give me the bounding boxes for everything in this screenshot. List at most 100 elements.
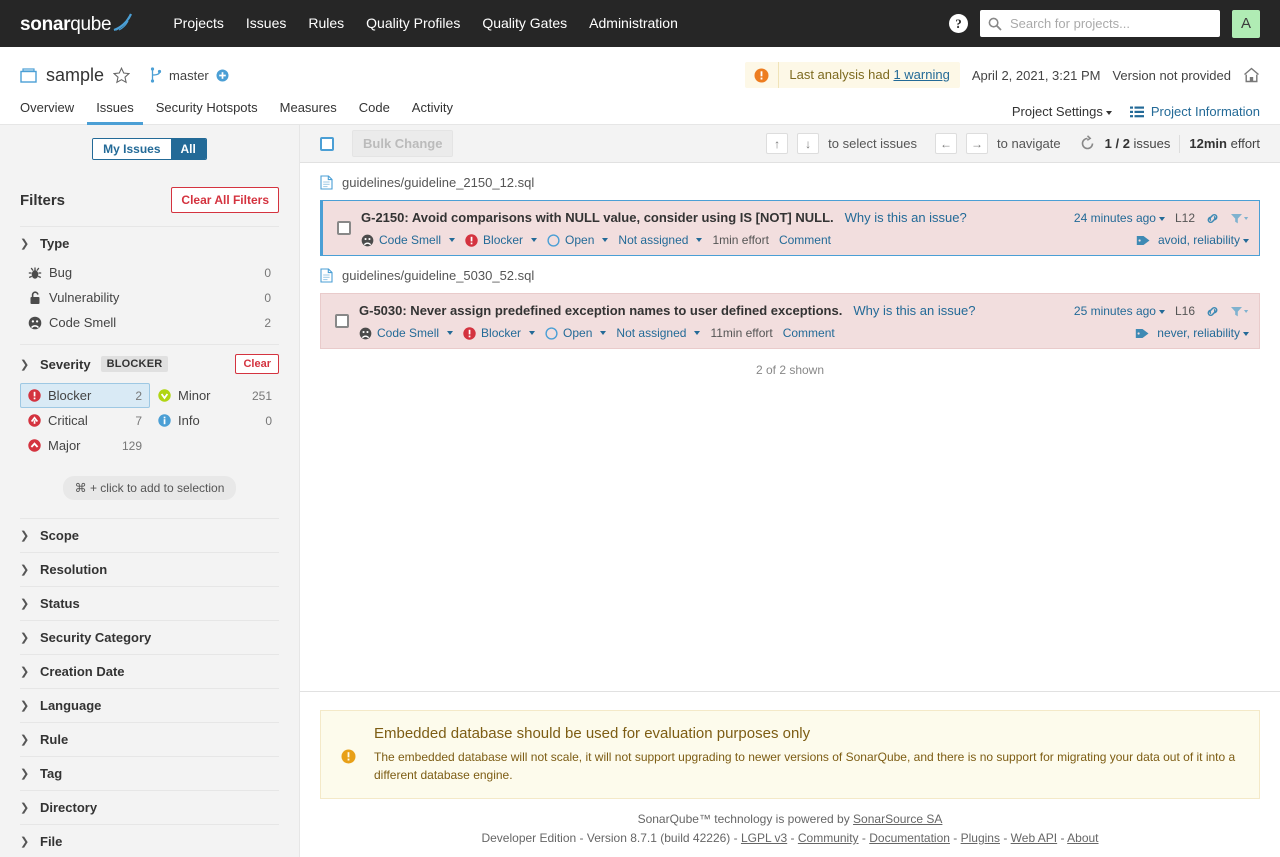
issue-comment-button[interactable]: Comment	[783, 326, 835, 340]
issue-checkbox[interactable]	[337, 221, 351, 235]
issue-file-header[interactable]: guidelines/guideline_2150_12.sql	[300, 163, 1280, 200]
tab-overview[interactable]: Overview	[20, 100, 83, 125]
clear-all-filters-button[interactable]: Clear All Filters	[171, 187, 279, 213]
help-icon[interactable]: ?	[949, 14, 968, 33]
facet-item-blocker[interactable]: Blocker 2	[20, 383, 150, 408]
chevron-down-icon: ❯	[20, 358, 30, 371]
issue-comment-button[interactable]: Comment	[779, 233, 831, 247]
code-smell-icon	[359, 327, 372, 340]
nav-item-quality-gates[interactable]: Quality Gates	[471, 0, 578, 47]
facet-item-code-smell[interactable]: Code Smell 2	[20, 310, 279, 335]
sonarqube-logo[interactable]: sonarqube	[20, 13, 134, 34]
effort-suffix: effort	[1230, 136, 1260, 151]
tab-security-hotspots[interactable]: Security Hotspots	[147, 100, 267, 125]
issue-status-dropdown[interactable]: Open	[547, 233, 609, 247]
footer-link-web-api[interactable]: Web API	[1011, 831, 1057, 845]
issue-row[interactable]: G-2150: Avoid comparisons with NULL valu…	[320, 200, 1260, 256]
facet-item-bug[interactable]: Bug 0	[20, 260, 279, 285]
facet-item-minor[interactable]: Minor 251	[150, 383, 280, 408]
nav-item-quality-profiles[interactable]: Quality Profiles	[355, 0, 471, 47]
facet-item-vulnerability[interactable]: Vulnerability 0	[20, 285, 279, 310]
issue-tags[interactable]: avoid, reliability	[1158, 233, 1249, 247]
issue-tags[interactable]: never, reliability	[1157, 326, 1249, 340]
facet-severity-header[interactable]: ❯ Severity BLOCKER Clear	[20, 345, 279, 383]
permalink-icon[interactable]	[1205, 305, 1220, 318]
permalink-icon[interactable]	[1205, 212, 1220, 225]
footer-link-documentation[interactable]: Documentation	[869, 831, 950, 845]
nav-item-issues[interactable]: Issues	[235, 0, 297, 47]
facet-item-critical-count: 7	[135, 413, 142, 428]
favorite-star-icon[interactable]	[113, 66, 131, 84]
tab-issues[interactable]: Issues	[87, 100, 143, 125]
issue-file-header[interactable]: guidelines/guideline_5030_52.sql	[300, 256, 1280, 293]
facet-type-header[interactable]: ❯ Type	[20, 227, 279, 260]
branch-selector[interactable]: master	[150, 67, 229, 83]
filter-similar-issues-icon[interactable]	[1230, 305, 1249, 318]
issue-age[interactable]: 25 minutes ago	[1074, 304, 1165, 318]
search-box[interactable]	[980, 10, 1220, 37]
toggle-my-issues[interactable]: My Issues	[93, 139, 171, 159]
nav-item-administration[interactable]: Administration	[578, 0, 689, 47]
issue-severity-dropdown[interactable]: Blocker	[465, 233, 538, 247]
issue-status-dropdown[interactable]: Open	[545, 326, 607, 340]
facet-item-info[interactable]: Info 0	[150, 408, 280, 433]
why-is-this-an-issue-link[interactable]: Why is this an issue?	[845, 210, 967, 225]
toggle-all-issues[interactable]: All	[170, 139, 206, 159]
key-left[interactable]: ←	[935, 133, 958, 154]
nav-item-projects[interactable]: Projects	[162, 0, 235, 47]
issue-row[interactable]: G-5030: Never assign predefined exceptio…	[320, 293, 1260, 349]
why-is-this-an-issue-link[interactable]: Why is this an issue?	[853, 303, 975, 318]
reload-icon[interactable]	[1079, 135, 1096, 152]
facet-item-critical[interactable]: Critical 7	[20, 408, 150, 433]
search-input[interactable]	[1008, 15, 1212, 32]
key-down[interactable]: ↓	[797, 133, 820, 154]
project-settings-dropdown[interactable]: Project Settings	[1012, 104, 1112, 119]
facet-directory-header[interactable]: ❯ Directory	[20, 791, 279, 824]
footer-link-plugins[interactable]: Plugins	[961, 831, 1000, 845]
project-information-button[interactable]: Project Information	[1129, 104, 1260, 119]
footer-sonarsource-link[interactable]: SonarSource SA	[853, 812, 942, 826]
issue-message[interactable]: G-5030: Never assign predefined exceptio…	[359, 303, 842, 318]
tab-measures[interactable]: Measures	[271, 100, 346, 125]
facet-security-category-header[interactable]: ❯ Security Category	[20, 621, 279, 654]
select-all-checkbox[interactable]	[320, 136, 334, 151]
facet-file-header[interactable]: ❯ File	[20, 825, 279, 857]
key-up[interactable]: ↑	[766, 133, 789, 154]
issue-type-dropdown[interactable]: Code Smell	[361, 233, 456, 247]
bulk-change-button[interactable]: Bulk Change	[352, 130, 454, 157]
tab-code[interactable]: Code	[350, 100, 399, 125]
chevron-right-icon: ❯	[20, 564, 30, 576]
issue-age[interactable]: 24 minutes ago	[1074, 211, 1165, 225]
issue-tags-label: never, reliability	[1157, 326, 1240, 340]
footer-link-community[interactable]: Community	[798, 831, 859, 845]
issue-severity-dropdown[interactable]: Blocker	[463, 326, 536, 340]
issue-checkbox[interactable]	[335, 314, 349, 328]
facet-severity-clear-button[interactable]: Clear	[235, 354, 279, 374]
facet-item-major[interactable]: Major 129	[20, 433, 150, 458]
filter-similar-issues-icon[interactable]	[1230, 212, 1249, 225]
analysis-warning-link[interactable]: 1 warning	[893, 67, 949, 82]
issue-assignee-dropdown[interactable]: Not assigned	[616, 326, 701, 340]
facet-status-header[interactable]: ❯ Status	[20, 587, 279, 620]
facet-resolution-header[interactable]: ❯ Resolution	[20, 553, 279, 586]
key-right[interactable]: →	[966, 133, 989, 154]
facet-language-header[interactable]: ❯ Language	[20, 689, 279, 722]
footer-link-lgpl[interactable]: LGPL v3	[741, 831, 787, 845]
facet-creation-date-header[interactable]: ❯ Creation Date	[20, 655, 279, 688]
issue-primary-right: 25 minutes ago L16	[1074, 304, 1249, 318]
nav-item-rules[interactable]: Rules	[297, 0, 355, 47]
chevron-right-icon: ❯	[20, 666, 30, 678]
severity-major-icon	[28, 439, 41, 452]
home-icon[interactable]	[1243, 67, 1260, 83]
tab-activity[interactable]: Activity	[403, 100, 462, 125]
issue-type-dropdown[interactable]: Code Smell	[359, 326, 454, 340]
issues-count-suffix: issues	[1133, 136, 1171, 151]
issue-assignee-dropdown[interactable]: Not assigned	[618, 233, 703, 247]
issue-line-number: L16	[1174, 304, 1195, 318]
facet-scope-header[interactable]: ❯ Scope	[20, 519, 279, 552]
facet-rule-header[interactable]: ❯ Rule	[20, 723, 279, 756]
issue-message[interactable]: G-2150: Avoid comparisons with NULL valu…	[361, 210, 834, 225]
footer-link-about[interactable]: About	[1067, 831, 1098, 845]
avatar[interactable]: A	[1232, 9, 1260, 38]
facet-tag-header[interactable]: ❯ Tag	[20, 757, 279, 790]
